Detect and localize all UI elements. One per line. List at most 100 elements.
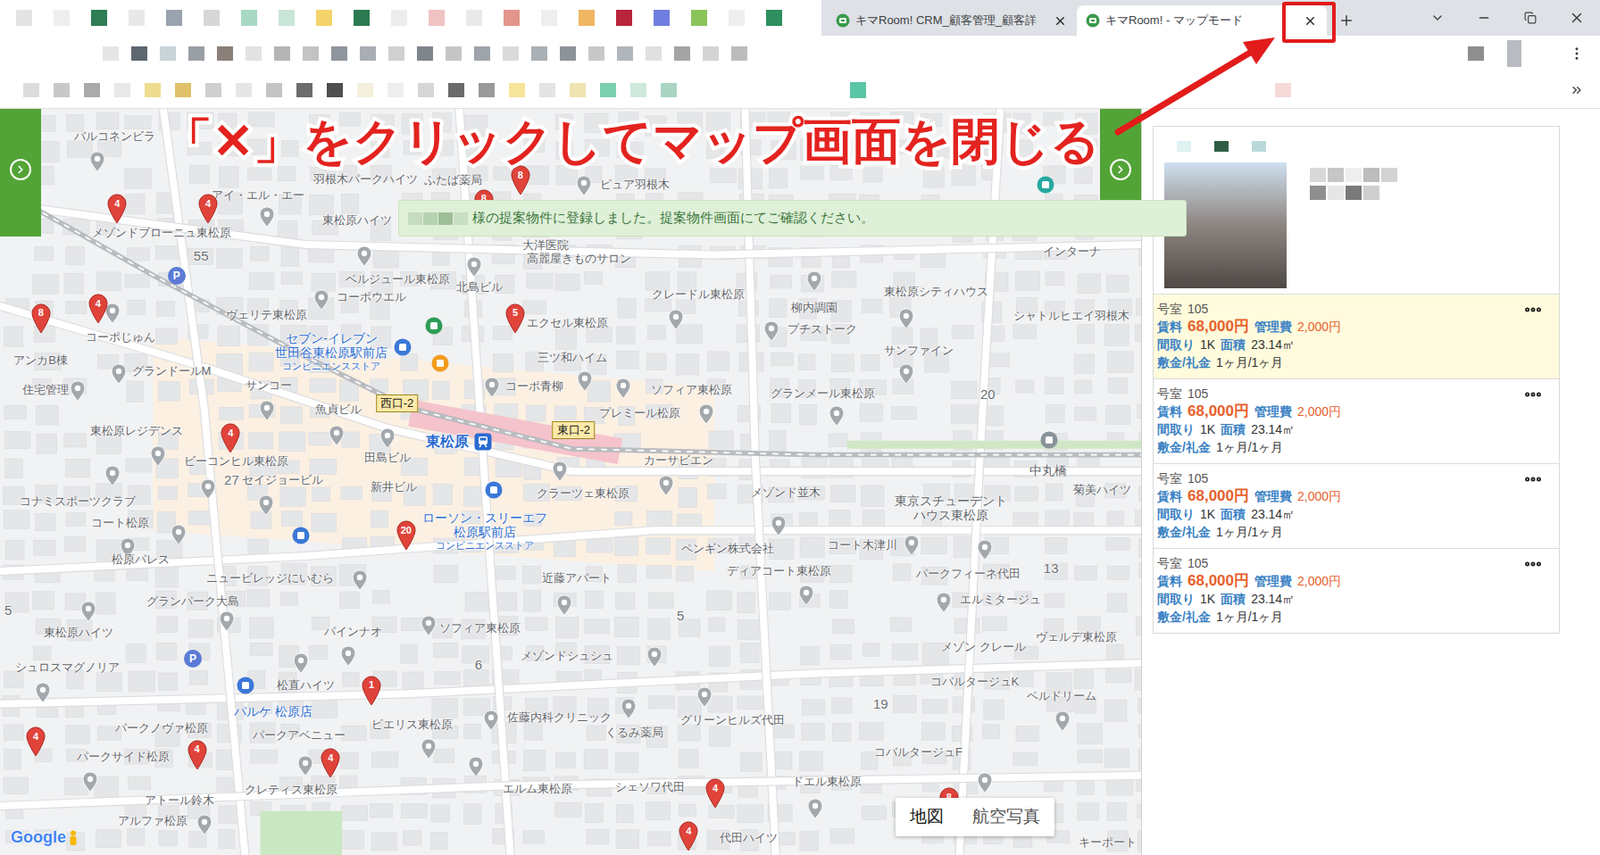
place-label[interactable]: パインナオ <box>324 625 383 640</box>
place-label[interactable]: クラーツェ東松原 <box>536 486 630 501</box>
minimize-button[interactable] <box>1460 0 1508 36</box>
place-label[interactable]: クレードル東松原 <box>651 287 745 302</box>
place-label[interactable]: ペンギン株式会社 <box>681 541 775 557</box>
place-pin-icon[interactable] <box>575 175 592 197</box>
poi-icon[interactable] <box>484 481 503 500</box>
unit-menu-button[interactable] <box>1519 300 1547 320</box>
unit-row[interactable]: 号室105賃料68,000円管理費2,000円間取り1K面積23.14㎡敷金/礼… <box>1153 463 1559 549</box>
tab-close-button[interactable] <box>1301 12 1318 29</box>
place-pin-icon[interactable] <box>467 756 484 778</box>
place-label[interactable]: 東松原ハイツ <box>43 625 114 641</box>
tab-search-button[interactable] <box>1414 0 1461 36</box>
place-label[interactable]: コート木津川 <box>827 538 898 553</box>
place-label[interactable]: 菊美ハイツ <box>1073 483 1132 498</box>
place-label[interactable]: コバルタージュK <box>930 675 1020 690</box>
place-pin-icon[interactable] <box>620 698 637 720</box>
poi-icon[interactable] <box>291 526 310 545</box>
place-label[interactable]: 新井ビル <box>370 480 417 495</box>
place-pin-icon[interactable] <box>297 755 314 777</box>
place-label[interactable]: 柳内調園 <box>791 300 838 316</box>
place-pin-icon[interactable] <box>82 771 99 793</box>
left-drawer-tab[interactable] <box>0 108 42 237</box>
place-pin-icon[interactable] <box>576 370 593 392</box>
place-label[interactable]: メゾンドブローニュ東松原 <box>91 225 232 241</box>
browser-tab[interactable]: キマRoom! - マップモード <box>1076 5 1327 36</box>
place-pin-icon[interactable] <box>976 539 993 561</box>
place-label[interactable]: コバルタージュF <box>874 745 963 760</box>
place-label[interactable]: グランメール東松原 <box>770 386 875 401</box>
place-pin-icon[interactable] <box>379 427 396 450</box>
place-label[interactable]: エルム東松原 <box>502 782 573 797</box>
place-pin-icon[interactable] <box>80 600 97 623</box>
poi-icon[interactable] <box>431 354 450 373</box>
tab-close-button[interactable] <box>1051 12 1068 29</box>
place-pin-icon[interactable] <box>898 308 915 330</box>
property-marker[interactable]: 4 <box>187 740 208 771</box>
place-label[interactable]: メゾン クレール <box>941 640 1026 655</box>
place-label[interactable]: シャトルヒエイ羽根木 <box>1013 308 1130 324</box>
place-label[interactable]: プレミール松原 <box>599 406 681 421</box>
place-pin-icon[interactable] <box>806 270 823 292</box>
place-pin-icon[interactable] <box>698 403 715 425</box>
place-label[interactable]: バルコネンビラ <box>74 129 156 144</box>
place-pin-icon[interactable] <box>196 814 213 836</box>
poi-label[interactable]: ローソン・スリーエフ松原駅前店コンビニエンスストア <box>422 510 548 552</box>
place-label[interactable]: セイジョービル <box>241 473 324 488</box>
place-pin-icon[interactable] <box>798 584 815 607</box>
place-label[interactable]: 魚貞ビル <box>315 402 362 417</box>
place-label[interactable]: 大洋医院 <box>522 238 569 253</box>
place-pin-icon[interactable] <box>763 320 780 342</box>
place-pin-icon[interactable] <box>903 534 920 557</box>
place-pin-icon[interactable] <box>898 363 915 385</box>
place-pin-icon[interactable] <box>356 245 373 267</box>
place-label[interactable]: ベルドリーム <box>1026 689 1097 704</box>
place-pin-icon[interactable] <box>770 515 787 537</box>
bookmarks-more-button[interactable] <box>1558 74 1595 107</box>
place-pin-icon[interactable] <box>646 646 663 668</box>
place-label[interactable]: 三ツ和ハイム <box>537 350 608 366</box>
place-label[interactable]: 代田ハイツ <box>719 831 778 846</box>
poi-icon[interactable] <box>425 316 443 335</box>
place-label[interactable]: アトール鈴木 <box>144 793 215 809</box>
place-label[interactable]: くるみ薬局 <box>605 725 664 741</box>
place-pin-icon[interactable] <box>466 256 483 278</box>
restore-button[interactable] <box>1507 0 1554 36</box>
poi-label[interactable]: 中丸橋 <box>1029 463 1067 478</box>
place-label[interactable]: グランドールM <box>132 364 212 379</box>
place-label[interactable]: 東松原ハイツ <box>322 213 392 228</box>
place-pin-icon[interactable] <box>258 400 275 422</box>
window-close-button[interactable] <box>1553 0 1600 36</box>
place-pin-icon[interactable] <box>420 615 437 637</box>
station-exit[interactable]: 西口-2 <box>375 394 419 413</box>
place-pin-icon[interactable] <box>667 308 684 331</box>
place-label[interactable]: メゾンド並木 <box>750 485 821 500</box>
place-label[interactable]: アイ・エル・エー <box>211 188 305 203</box>
place-label[interactable]: シュロスマグノリア <box>15 660 120 675</box>
place-label[interactable]: 田島ビル <box>364 450 411 466</box>
place-label[interactable]: ニュービレッジにいむら <box>206 571 334 586</box>
place-label[interactable]: シェソワ代田 <box>615 780 685 795</box>
place-pin-icon[interactable] <box>200 478 217 500</box>
unit-menu-button[interactable] <box>1519 469 1547 490</box>
place-pin-icon[interactable] <box>104 465 121 487</box>
place-pin-icon[interactable] <box>328 425 345 447</box>
place-label[interactable]: コナミスポーツクラブ <box>19 494 136 509</box>
place-label[interactable]: ディアコート東松原 <box>726 564 832 579</box>
place-label[interactable]: コーポ青柳 <box>505 379 564 394</box>
place-label[interactable]: ヴェリテ東松原 <box>225 308 308 323</box>
place-label[interactable]: ドエル東松原 <box>791 775 862 790</box>
place-label[interactable]: 松原パレス <box>111 552 170 567</box>
place-pin-icon[interactable] <box>551 460 568 483</box>
property-marker[interactable]: 4 <box>107 193 127 225</box>
poi-icon[interactable] <box>1040 431 1059 450</box>
place-label[interactable]: アルファ松原 <box>117 814 188 829</box>
place-pin-icon[interactable] <box>483 709 500 732</box>
place-label[interactable]: パークフィーネ代田 <box>916 566 1021 582</box>
place-pin-icon[interactable] <box>89 150 106 173</box>
place-label[interactable]: 松直ハイツ <box>276 678 335 693</box>
browser-tab[interactable]: キマRoom! CRM_顧客管理_顧客詳 <box>826 5 1077 36</box>
place-label[interactable]: ビーコンヒル東松原 <box>183 454 289 469</box>
place-label[interactable]: 住宅管理 <box>22 383 69 398</box>
place-label[interactable]: 東松原レジデンス <box>90 424 184 439</box>
place-label[interactable]: ふたば薬局 <box>424 173 483 188</box>
